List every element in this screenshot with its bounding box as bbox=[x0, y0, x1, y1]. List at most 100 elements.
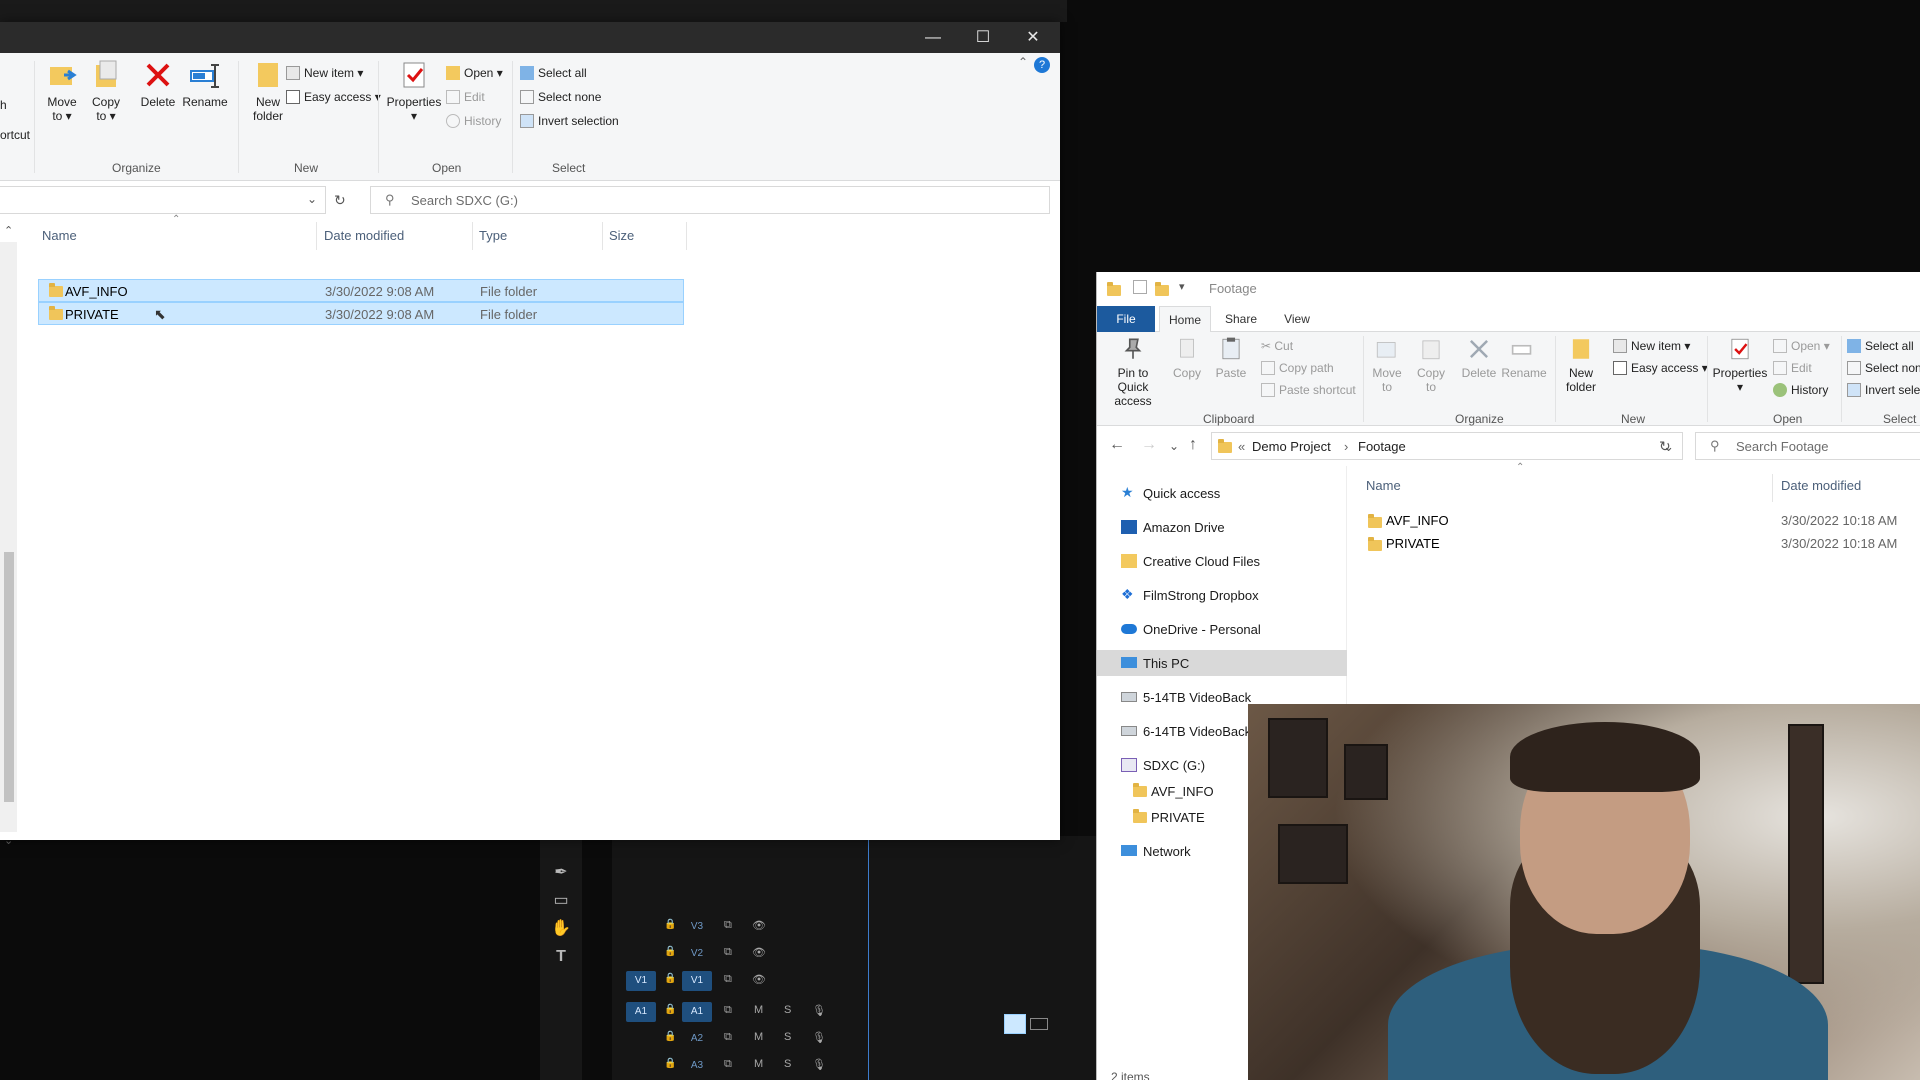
delete-button[interactable]: Delete bbox=[138, 59, 178, 109]
track-lock-icon[interactable]: 🔒 bbox=[664, 919, 676, 933]
mute-button[interactable]: M bbox=[754, 1004, 763, 1016]
column-divider[interactable] bbox=[472, 222, 473, 250]
copy-path-button[interactable]: Copy path bbox=[1261, 358, 1334, 378]
select-none-button[interactable]: Select none bbox=[520, 87, 601, 107]
cut-button[interactable]: ✂ Cut bbox=[1261, 336, 1293, 356]
track-name[interactable]: A3 bbox=[682, 1056, 712, 1076]
history-button[interactable]: History bbox=[1773, 380, 1828, 400]
new-item-button[interactable]: New item ▾ bbox=[1613, 336, 1690, 356]
properties-button[interactable]: Properties ▾ bbox=[1711, 336, 1769, 394]
up-arrow-icon[interactable]: ↑ bbox=[1189, 436, 1197, 454]
partial-ribbon-label-top[interactable]: h bbox=[0, 95, 7, 115]
paste-button[interactable]: Paste bbox=[1211, 336, 1251, 380]
help-icon[interactable]: ? bbox=[1034, 57, 1050, 73]
title-bar[interactable]: — ☐ ✕ bbox=[0, 22, 1060, 53]
column-divider[interactable] bbox=[686, 222, 687, 250]
properties-quick-icon[interactable] bbox=[1133, 280, 1147, 294]
details-view-icon[interactable] bbox=[1004, 1014, 1026, 1034]
column-divider[interactable] bbox=[316, 222, 317, 250]
recent-locations-icon[interactable]: ⌄ bbox=[1169, 439, 1179, 453]
maximize-button[interactable]: ☐ bbox=[960, 22, 1006, 53]
column-divider[interactable] bbox=[1772, 474, 1773, 502]
sync-icon[interactable]: ⧉ bbox=[724, 973, 732, 986]
track-name[interactable]: V1 bbox=[682, 971, 712, 991]
select-none-button[interactable]: Select none bbox=[1847, 358, 1920, 378]
column-header-date[interactable]: Date modified bbox=[324, 228, 404, 243]
address-bar[interactable]: ⌄ bbox=[0, 186, 326, 214]
source-patch[interactable]: A1 bbox=[626, 1002, 656, 1022]
track-name[interactable]: A1 bbox=[682, 1002, 712, 1022]
select-all-button[interactable]: Select all bbox=[1847, 336, 1914, 356]
collapse-ribbon-icon[interactable]: ⌃ bbox=[1018, 55, 1028, 69]
copy-to-button[interactable]: Copy to ▾ bbox=[86, 59, 126, 123]
copy-button[interactable]: Copy bbox=[1167, 336, 1207, 380]
history-button[interactable]: History bbox=[446, 111, 501, 131]
copy-to-button[interactable]: Copy to bbox=[1411, 336, 1451, 394]
new-item-button[interactable]: New item ▾ bbox=[286, 63, 363, 83]
track-name[interactable]: V2 bbox=[682, 944, 712, 964]
open-button[interactable]: Open ▾ bbox=[1773, 336, 1830, 356]
nav-item-amazon-drive[interactable]: Amazon Drive bbox=[1097, 514, 1347, 540]
mic-icon[interactable]: 🎙 bbox=[812, 1004, 826, 1017]
solo-button[interactable]: S bbox=[784, 1058, 791, 1070]
table-row[interactable]: PRIVATE 3/30/2022 10:18 AM File folder bbox=[1364, 533, 1920, 555]
scrollbar-thumb[interactable] bbox=[4, 552, 14, 802]
track-lock-icon[interactable]: 🔒 bbox=[664, 1031, 676, 1045]
mute-button[interactable]: M bbox=[754, 1031, 763, 1043]
address-bar[interactable]: « Demo Project › Footage ⌄ bbox=[1211, 432, 1683, 460]
new-folder-button[interactable]: New folder bbox=[1559, 336, 1603, 394]
track-name[interactable]: V3 bbox=[682, 917, 712, 937]
properties-button[interactable]: Properties ▾ bbox=[384, 59, 444, 123]
mic-icon[interactable]: 🎙 bbox=[812, 1058, 826, 1071]
easy-access-button[interactable]: Easy access ▾ bbox=[286, 87, 381, 107]
partial-ribbon-label-bottom[interactable]: ortcut bbox=[0, 125, 30, 145]
overflow-icon[interactable]: « bbox=[1238, 439, 1245, 454]
scroll-down-icon[interactable]: ⌄ bbox=[4, 834, 13, 847]
track-name[interactable]: A2 bbox=[682, 1029, 712, 1049]
edit-button[interactable]: Edit bbox=[446, 87, 485, 107]
eye-icon[interactable]: 👁 bbox=[752, 946, 766, 959]
column-header-type[interactable]: Type bbox=[479, 228, 507, 243]
customize-qat-icon[interactable]: ▾ bbox=[1179, 280, 1185, 293]
rectangle-tool-icon[interactable]: ▭ bbox=[550, 890, 572, 912]
breadcrumb-current[interactable]: Footage bbox=[1358, 439, 1406, 454]
solo-button[interactable]: S bbox=[784, 1031, 791, 1043]
table-row[interactable]: AVF_INFO 3/30/2022 9:08 AM File folder bbox=[38, 279, 684, 302]
timeline-playhead[interactable] bbox=[868, 836, 869, 1080]
column-header-date[interactable]: Date modified bbox=[1781, 478, 1861, 493]
track-lock-icon[interactable]: 🔒 bbox=[664, 946, 676, 960]
search-input[interactable]: ⚲ Search SDXC (G:) bbox=[370, 186, 1050, 214]
track-lock-icon[interactable]: 🔒 bbox=[664, 1058, 676, 1072]
column-header-size[interactable]: Size bbox=[609, 228, 634, 243]
easy-access-button[interactable]: Easy access ▾ bbox=[1613, 358, 1708, 378]
vertical-scrollbar[interactable]: ⌃ ⌄ bbox=[0, 225, 17, 847]
track-lock-icon[interactable]: 🔒 bbox=[664, 1004, 676, 1018]
large-icons-view-icon[interactable] bbox=[1030, 1018, 1048, 1030]
minimize-button[interactable]: — bbox=[910, 22, 956, 53]
column-header-name[interactable]: Name bbox=[42, 228, 77, 243]
open-button[interactable]: Open ▾ bbox=[446, 63, 503, 83]
scroll-up-icon[interactable]: ⌃ bbox=[4, 224, 13, 237]
sync-icon[interactable]: ⧉ bbox=[724, 1031, 732, 1044]
nav-item-creative-cloud[interactable]: Creative Cloud Files bbox=[1097, 548, 1347, 574]
select-all-button[interactable]: Select all bbox=[520, 63, 587, 83]
invert-selection-button[interactable]: Invert selec bbox=[1847, 380, 1920, 400]
pen-tool-icon[interactable]: ✒ bbox=[550, 862, 572, 884]
tab-share[interactable]: Share bbox=[1215, 306, 1267, 332]
tab-file[interactable]: File bbox=[1097, 306, 1155, 332]
pin-quick-access-button[interactable]: Pin to Quick access bbox=[1101, 336, 1165, 408]
sync-icon[interactable]: ⧉ bbox=[724, 946, 732, 959]
nav-item-onedrive[interactable]: OneDrive - Personal bbox=[1097, 616, 1347, 642]
search-input[interactable]: ⚲ Search Footage bbox=[1695, 432, 1920, 460]
address-dropdown-icon[interactable]: ⌄ bbox=[307, 192, 317, 206]
solo-button[interactable]: S bbox=[784, 1004, 791, 1016]
refresh-icon[interactable]: ↻ bbox=[334, 192, 346, 209]
new-folder-quick-icon[interactable] bbox=[1155, 282, 1169, 296]
invert-selection-button[interactable]: Invert selection bbox=[520, 111, 619, 131]
type-tool-icon[interactable]: T bbox=[550, 946, 572, 968]
source-patch[interactable]: V1 bbox=[626, 971, 656, 991]
eye-icon[interactable]: 👁 bbox=[752, 973, 766, 986]
nav-item-dropbox[interactable]: ❖ FilmStrong Dropbox bbox=[1097, 582, 1347, 608]
breadcrumb-root[interactable]: Demo Project bbox=[1252, 439, 1331, 454]
rename-button[interactable]: Rename bbox=[1501, 336, 1547, 380]
